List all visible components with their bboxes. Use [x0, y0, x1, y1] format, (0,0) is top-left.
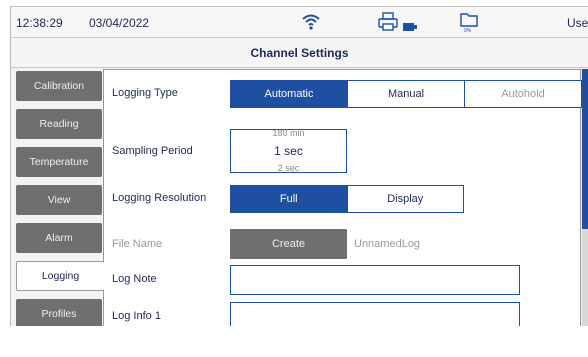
sidebar-item-temperature[interactable]: Temperature — [16, 147, 102, 177]
sidebar-item-label: Calibration — [33, 80, 85, 92]
sampling-period-picker[interactable]: 180 min 1 sec 2 sec — [230, 129, 347, 173]
page-title: Channel Settings — [250, 46, 349, 60]
sampling-period-label: Sampling Period — [112, 145, 193, 157]
battery-icon — [403, 18, 417, 36]
scrollbar-thumb[interactable] — [582, 69, 588, 229]
resolution-full-option[interactable]: Full — [231, 186, 348, 212]
file-name-value: UnnamedLog — [354, 238, 421, 250]
sidebar-item-logging[interactable]: Logging — [16, 261, 104, 291]
sampling-period-value: 1 sec — [274, 144, 303, 158]
device-screen: 12:38:29 03/04/2022 0% Use Channel Setti… — [10, 6, 588, 326]
clock-date: 03/04/2022 — [89, 16, 150, 30]
log-info-1-label: Log Info 1 — [112, 310, 161, 322]
sidebar-item-view[interactable]: View — [16, 185, 102, 215]
sidebar-item-calibration[interactable]: Calibration — [16, 71, 102, 101]
logging-type-selector: Automatic Manual Autohold — [230, 80, 582, 108]
wifi-icon — [301, 12, 321, 35]
storage-percent: 0% — [464, 28, 472, 34]
file-name-label: File Name — [112, 238, 163, 250]
sidebar-item-label: Temperature — [29, 156, 89, 168]
log-info-1-input[interactable] — [230, 302, 520, 326]
sidebar-item-label: View — [47, 194, 71, 206]
sidebar-item-alarm[interactable]: Alarm — [16, 223, 102, 253]
sampling-period-prev-value: 180 min — [272, 129, 305, 138]
sidebar-item-label: Logging — [41, 270, 80, 282]
title-bar: Channel Settings — [11, 38, 588, 68]
sidebar-item-label: Reading — [39, 118, 79, 130]
log-note-label: Log Note — [112, 273, 157, 285]
printer-icon — [377, 12, 399, 37]
clock-time: 12:38:29 — [16, 16, 63, 30]
resolution-display-option[interactable]: Display — [348, 186, 464, 212]
log-note-input[interactable] — [230, 265, 520, 295]
sidebar-item-reading[interactable]: Reading — [16, 109, 102, 139]
content-scrollbar[interactable] — [582, 69, 588, 326]
logging-type-automatic-option[interactable]: Automatic — [231, 81, 348, 107]
logging-type-manual-option[interactable]: Manual — [348, 81, 465, 107]
create-file-button[interactable]: Create — [230, 229, 347, 259]
user-label[interactable]: User — [567, 16, 588, 30]
logging-settings-panel: Logging Type Automatic Manual Autohold S… — [103, 69, 582, 326]
logging-resolution-selector: Full Display — [230, 185, 464, 213]
logging-resolution-label: Logging Resolution — [112, 192, 207, 204]
sampling-period-next-value: 2 sec — [277, 163, 300, 173]
sidebar-item-label: Profiles — [41, 308, 77, 320]
sidebar-item-profiles[interactable]: Profiles — [16, 299, 102, 326]
logging-type-autohold-option[interactable]: Autohold — [465, 81, 581, 107]
sidebar-item-label: Alarm — [45, 232, 73, 244]
logging-type-label: Logging Type — [112, 87, 178, 99]
status-bar: 12:38:29 03/04/2022 0% Use — [11, 7, 588, 38]
